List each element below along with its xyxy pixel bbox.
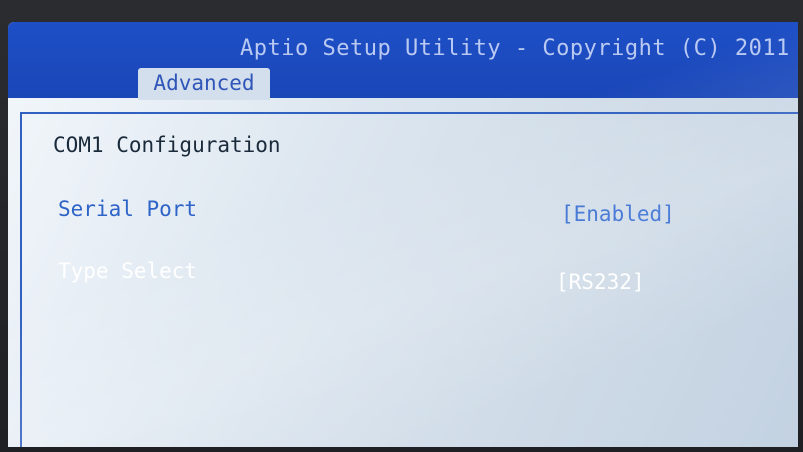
setting-serial-port-label[interactable]: Serial Port	[58, 197, 197, 221]
tab-advanced[interactable]: Advanced	[138, 68, 270, 100]
setting-type-select-value[interactable]: [RS232]	[556, 270, 645, 294]
monitor-bezel: Aptio Setup Utility - Copyright (C) 2011…	[0, 0, 803, 452]
setting-serial-port-value[interactable]: [Enabled]	[561, 202, 675, 226]
bios-screen: Aptio Setup Utility - Copyright (C) 2011…	[8, 22, 798, 447]
section-title: COM1 Configuration	[53, 133, 281, 157]
title-bar: Aptio Setup Utility - Copyright (C) 2011…	[8, 22, 798, 100]
app-title: Aptio Setup Utility - Copyright (C) 2011	[240, 36, 790, 61]
setting-type-select-label[interactable]: Type Select	[58, 259, 197, 283]
